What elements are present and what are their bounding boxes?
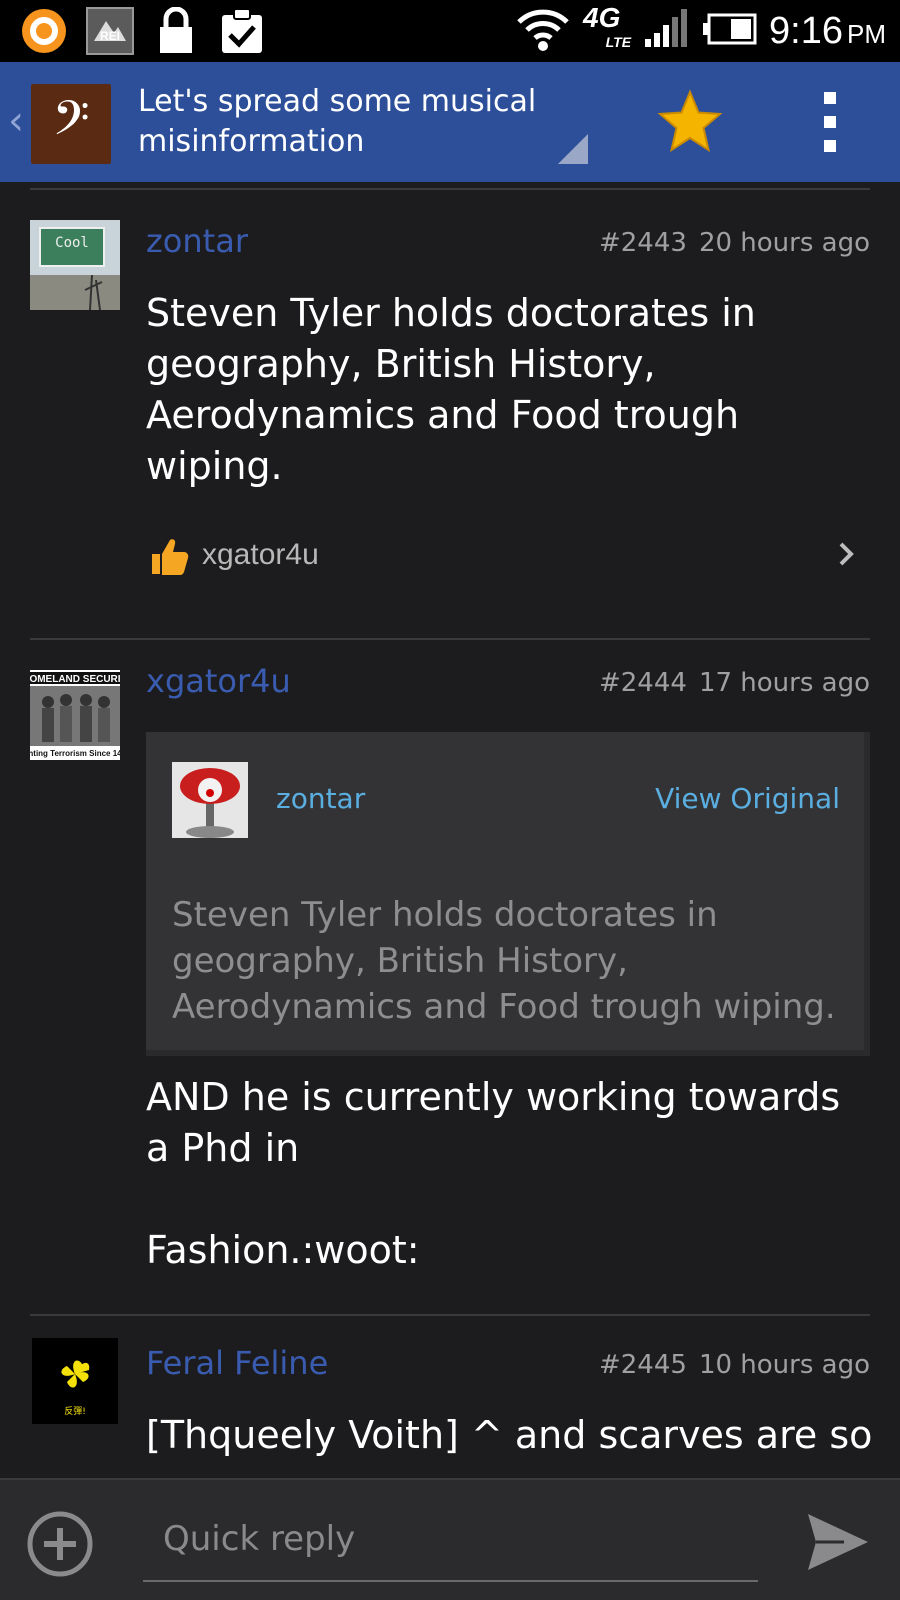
post-number: #2443	[598, 228, 687, 258]
network-label: 4G	[583, 2, 621, 33]
divider	[30, 188, 870, 190]
thread-title[interactable]: Let's spread some musical misinformation	[138, 82, 558, 162]
chevron-right-icon[interactable]	[834, 542, 858, 566]
avatar-banner-top: OMELAND SECURI	[30, 674, 120, 685]
circle-app-icon	[20, 7, 68, 55]
quote-author[interactable]: zontar	[276, 782, 365, 815]
quote-block: zontar View Original Steven Tyler holds …	[146, 732, 870, 1056]
lock-icon	[152, 7, 200, 55]
svg-text:REI: REI	[100, 29, 120, 43]
avatar-banner-bottom: hting Terrorism Since 14	[30, 749, 120, 758]
thumbs-up-icon	[152, 539, 189, 575]
post-time: 10 hours ago	[698, 1350, 870, 1380]
post-time: 17 hours ago	[698, 668, 870, 698]
title-dropdown-indicator-icon	[558, 134, 588, 164]
overflow-dot-icon	[824, 92, 836, 104]
post-number: #2444	[598, 668, 687, 698]
divider	[30, 638, 870, 640]
avatar-caption: 反彈!	[64, 1406, 86, 1417]
likes-row[interactable]: xgator4u	[148, 530, 319, 580]
post-author[interactable]: Feral Feline	[146, 1344, 328, 1382]
avatar-sign-text: Cool	[55, 235, 89, 251]
signal-icon	[643, 9, 689, 53]
avatar[interactable]: 反彈!	[32, 1338, 118, 1424]
avatar[interactable]: OMELAND SECURI hting Terrorism Since 14	[28, 670, 122, 760]
post-number: #2445	[598, 1350, 687, 1380]
rei-icon: REI	[86, 7, 134, 55]
clock-ampm: PM	[847, 18, 886, 49]
network-sub-label: LTE	[605, 34, 632, 50]
bass-clef-app-icon[interactable]: 𝄢	[31, 84, 111, 164]
post-author[interactable]: zontar	[146, 222, 248, 260]
avatar[interactable]: Cool	[30, 220, 120, 311]
overflow-dot-icon	[824, 140, 836, 152]
add-attachment-button[interactable]	[26, 1510, 94, 1578]
post-time: 20 hours ago	[698, 228, 870, 258]
liked-by-name: xgator4u	[202, 538, 319, 571]
send-button[interactable]	[804, 1510, 872, 1574]
status-bar: REI 4G LTE 9:16 PM	[0, 0, 900, 62]
post-body: Steven Tyler holds doctorates in geograp…	[146, 291, 756, 488]
quote-text: Steven Tyler holds doctorates in geograp…	[172, 895, 836, 1027]
send-icon	[808, 1514, 868, 1570]
view-original-link[interactable]: View Original	[655, 782, 840, 815]
post-body: AND he is currently working towards a Ph…	[146, 1075, 841, 1272]
post-meta: #2445 10 hours ago	[599, 1350, 870, 1380]
action-bar: ‹ 𝄢 Let's spread some musical misinforma…	[0, 62, 900, 182]
clipboard-check-icon	[218, 7, 266, 55]
network-type-icon: 4G LTE	[583, 4, 632, 55]
wifi-icon	[515, 6, 571, 56]
post-meta: #2444 17 hours ago	[599, 668, 870, 698]
clock-time: 9:16	[769, 9, 843, 52]
quick-reply-input[interactable]	[143, 1498, 758, 1582]
quote-avatar[interactable]	[172, 762, 248, 838]
overflow-menu-button[interactable]	[810, 92, 850, 152]
back-chevron-icon[interactable]: ‹	[8, 98, 24, 144]
quick-reply-bar	[0, 1478, 900, 1600]
notification-icons: REI	[0, 7, 266, 55]
clock: 9:16 PM	[769, 10, 886, 53]
post-body: [Thqueely Voith] ^ and scarves are so	[146, 1413, 873, 1457]
battery-icon	[701, 13, 757, 49]
post-list[interactable]: Cool zontar #2443 20 hours ago Steven Tyl…	[0, 182, 900, 1478]
plus-circle-icon	[27, 1511, 93, 1577]
star-icon	[657, 89, 723, 153]
post-author[interactable]: xgator4u	[146, 662, 291, 700]
divider	[30, 1314, 870, 1316]
status-right: 4G LTE 9:16 PM	[515, 0, 886, 62]
favorite-star-button[interactable]	[656, 88, 724, 156]
overflow-dot-icon	[824, 116, 836, 128]
post-meta: #2443 20 hours ago	[599, 228, 870, 258]
